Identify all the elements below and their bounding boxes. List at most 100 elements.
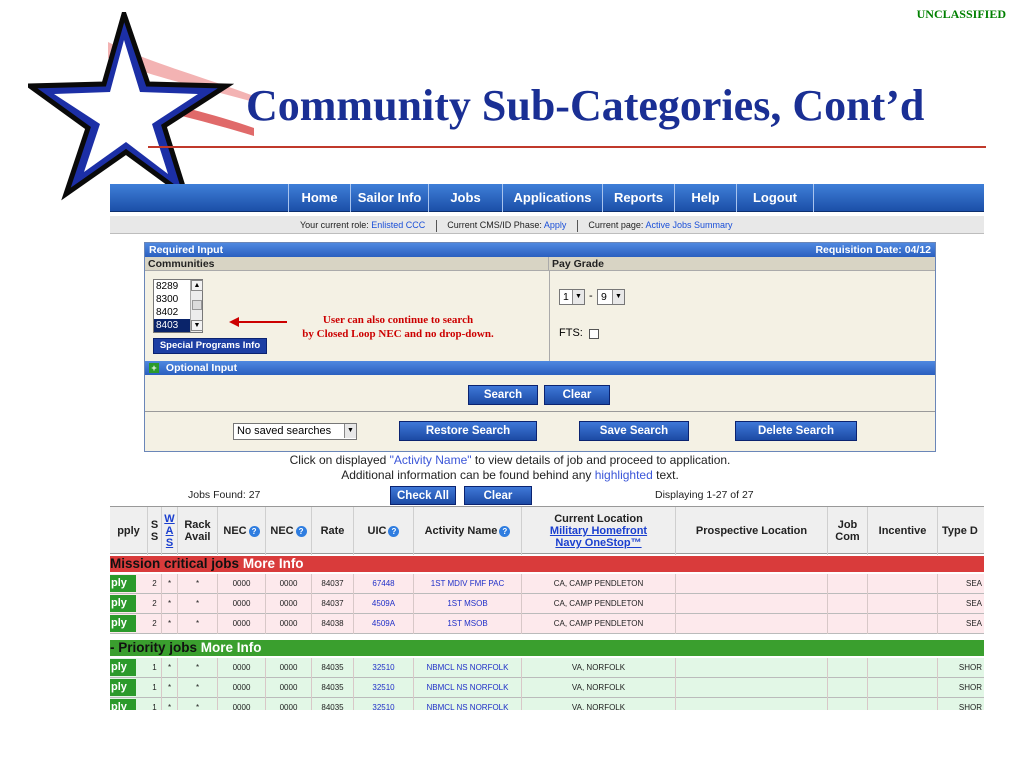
nav-reports[interactable]: Reports xyxy=(602,184,674,212)
cell-uic[interactable]: 67448 xyxy=(354,574,414,594)
cell-jobcom xyxy=(828,614,868,634)
community-option[interactable]: 8289 xyxy=(154,280,190,293)
nec-1-label: NEC xyxy=(223,525,247,537)
cell-ss: 2 xyxy=(148,574,162,594)
cell-type: SHOR xyxy=(958,663,982,672)
cell-rate: 84035 xyxy=(312,678,354,698)
table-row: ply 2 * * 0000 0000 84037 4509A 1ST MSOB CA, CAMP… xyxy=(110,594,984,614)
col-activity-name: Activity Name? xyxy=(414,507,522,555)
community-option[interactable]: 8402 xyxy=(154,306,190,319)
cell-activity[interactable]: 1ST MSOB xyxy=(414,614,522,634)
cell-type: SEA xyxy=(965,599,982,608)
title-underline xyxy=(148,146,986,148)
pay-grade-to-select[interactable]: 9 ▼ xyxy=(597,289,625,305)
saved-searches-value: No saved searches xyxy=(237,425,332,437)
col-rate: Rate xyxy=(312,507,354,555)
clear-button[interactable]: Clear xyxy=(544,385,610,405)
community-option[interactable]: 8300 xyxy=(154,293,190,306)
help-icon[interactable]: ? xyxy=(499,525,511,537)
fts-checkbox[interactable] xyxy=(589,329,599,339)
displaying-count: Displaying 1-27 of 27 xyxy=(655,489,754,501)
communities-header: Communities xyxy=(145,257,549,271)
cell-activity[interactable]: 1ST MDIV FMF PAC xyxy=(414,574,522,594)
expand-icon[interactable]: + xyxy=(149,363,159,373)
apply-button[interactable]: ply xyxy=(110,659,136,676)
help-icon[interactable]: ? xyxy=(248,525,260,537)
nav-applications[interactable]: Applications xyxy=(502,184,602,212)
clear-selection-button[interactable]: Clear xyxy=(464,486,532,505)
table-row: ply 2 * * 0000 0000 84038 4509A 1ST MSOB CA, CAMP… xyxy=(110,614,984,634)
saved-searches-select[interactable]: No saved searches ▼ xyxy=(233,423,357,440)
cell-rate: 84035 xyxy=(312,698,354,710)
mission-critical-bar: Mission critical jobs More Info xyxy=(110,556,984,572)
scroll-thumb[interactable] xyxy=(192,300,202,310)
info-highlight: "Activity Name" xyxy=(389,453,472,467)
cell-was: * xyxy=(162,698,178,710)
cell-uic[interactable]: 32510 xyxy=(354,698,414,710)
military-homefront-link[interactable]: Military Homefront xyxy=(550,525,647,537)
priority-more-info-link[interactable]: More Info xyxy=(201,640,262,655)
cell-activity[interactable]: NBMCL NS NORFOLK xyxy=(414,698,522,710)
nav-sailor-info[interactable]: Sailor Info xyxy=(350,184,428,212)
table-row: ply 1 * * 0000 0000 84035 32510 NBMCL NS NORFOLK… xyxy=(110,658,984,678)
cell-was: * xyxy=(162,614,178,634)
cell-location: CA, CAMP PENDLETON xyxy=(522,594,676,614)
cell-activity[interactable]: 1ST MSOB xyxy=(414,594,522,614)
cell-activity[interactable]: NBMCL NS NORFOLK xyxy=(414,678,522,698)
delete-search-button[interactable]: Delete Search xyxy=(735,421,857,441)
cell-uic[interactable]: 32510 xyxy=(354,678,414,698)
nav-jobs[interactable]: Jobs xyxy=(428,184,502,212)
help-icon[interactable]: ? xyxy=(388,525,400,537)
was-link[interactable]: W A S xyxy=(162,513,177,549)
communities-listbox[interactable]: 8289 8300 8402 8403 ▲ ▼ xyxy=(153,279,203,333)
chevron-down-icon: ▼ xyxy=(344,424,356,438)
cell-ss: 2 xyxy=(148,614,162,634)
nav-logout[interactable]: Logout xyxy=(736,184,814,212)
search-button[interactable]: Search xyxy=(468,385,538,405)
help-icon[interactable]: ? xyxy=(295,525,307,537)
cell-rack: * xyxy=(178,658,218,678)
cell-location: VA, NORFOLK xyxy=(522,658,676,678)
apply-button[interactable]: ply xyxy=(110,699,136,710)
scroll-down-icon[interactable]: ▼ xyxy=(191,320,203,331)
cell-nec2: 0000 xyxy=(266,574,312,594)
cell-uic[interactable]: 32510 xyxy=(354,658,414,678)
chevron-down-icon: ▼ xyxy=(572,290,584,304)
classification-label: UNCLASSIFIED xyxy=(916,7,1006,21)
save-search-button[interactable]: Save Search xyxy=(579,421,689,441)
navy-onestop-link[interactable]: Navy OneStop™ xyxy=(555,537,641,549)
restore-search-button[interactable]: Restore Search xyxy=(399,421,537,441)
optional-input-header[interactable]: + Optional Input xyxy=(145,361,935,375)
community-option-selected[interactable]: 8403 xyxy=(154,319,190,332)
cell-activity[interactable]: NBMCL NS NORFOLK xyxy=(414,658,522,678)
mission-more-info-link[interactable]: More Info xyxy=(243,556,304,571)
special-programs-button[interactable]: Special Programs Info xyxy=(153,338,267,354)
cell-nec2: 0000 xyxy=(266,614,312,634)
status-bar: Your current role: Enlisted CCC Current … xyxy=(110,216,984,234)
cell-uic[interactable]: 4509A xyxy=(354,594,414,614)
listbox-scrollbar[interactable]: ▲ ▼ xyxy=(190,280,203,332)
cell-location: VA, NORFOLK xyxy=(522,678,676,698)
pay-grade-from-value: 1 xyxy=(563,291,569,303)
scroll-up-icon[interactable]: ▲ xyxy=(191,280,203,291)
apply-button[interactable]: ply xyxy=(110,595,136,612)
current-location-label: Current Location xyxy=(554,513,643,525)
cell-type: SHOR xyxy=(958,683,982,692)
requisition-date: Requisition Date: 04/12 xyxy=(815,244,931,256)
nav-help[interactable]: Help xyxy=(674,184,736,212)
cell-nec1: 0000 xyxy=(218,678,266,698)
pay-grade-from-select[interactable]: 1 ▼ xyxy=(559,289,585,305)
cell-ss: 2 xyxy=(148,594,162,614)
search-panel: Required Input Requisition Date: 04/12 C… xyxy=(144,242,936,452)
apply-button[interactable]: ply xyxy=(110,679,136,696)
pay-grade-separator: - xyxy=(589,290,593,302)
check-all-button[interactable]: Check All xyxy=(390,486,456,505)
nec-2-label: NEC xyxy=(270,525,294,537)
cell-prosp xyxy=(676,574,828,594)
apply-button[interactable]: ply xyxy=(110,615,136,632)
cell-nec1: 0000 xyxy=(218,574,266,594)
nav-home[interactable]: Home xyxy=(288,184,350,212)
apply-button[interactable]: ply xyxy=(110,575,136,592)
cell-uic[interactable]: 4509A xyxy=(354,614,414,634)
col-was[interactable]: W A S xyxy=(162,507,178,555)
